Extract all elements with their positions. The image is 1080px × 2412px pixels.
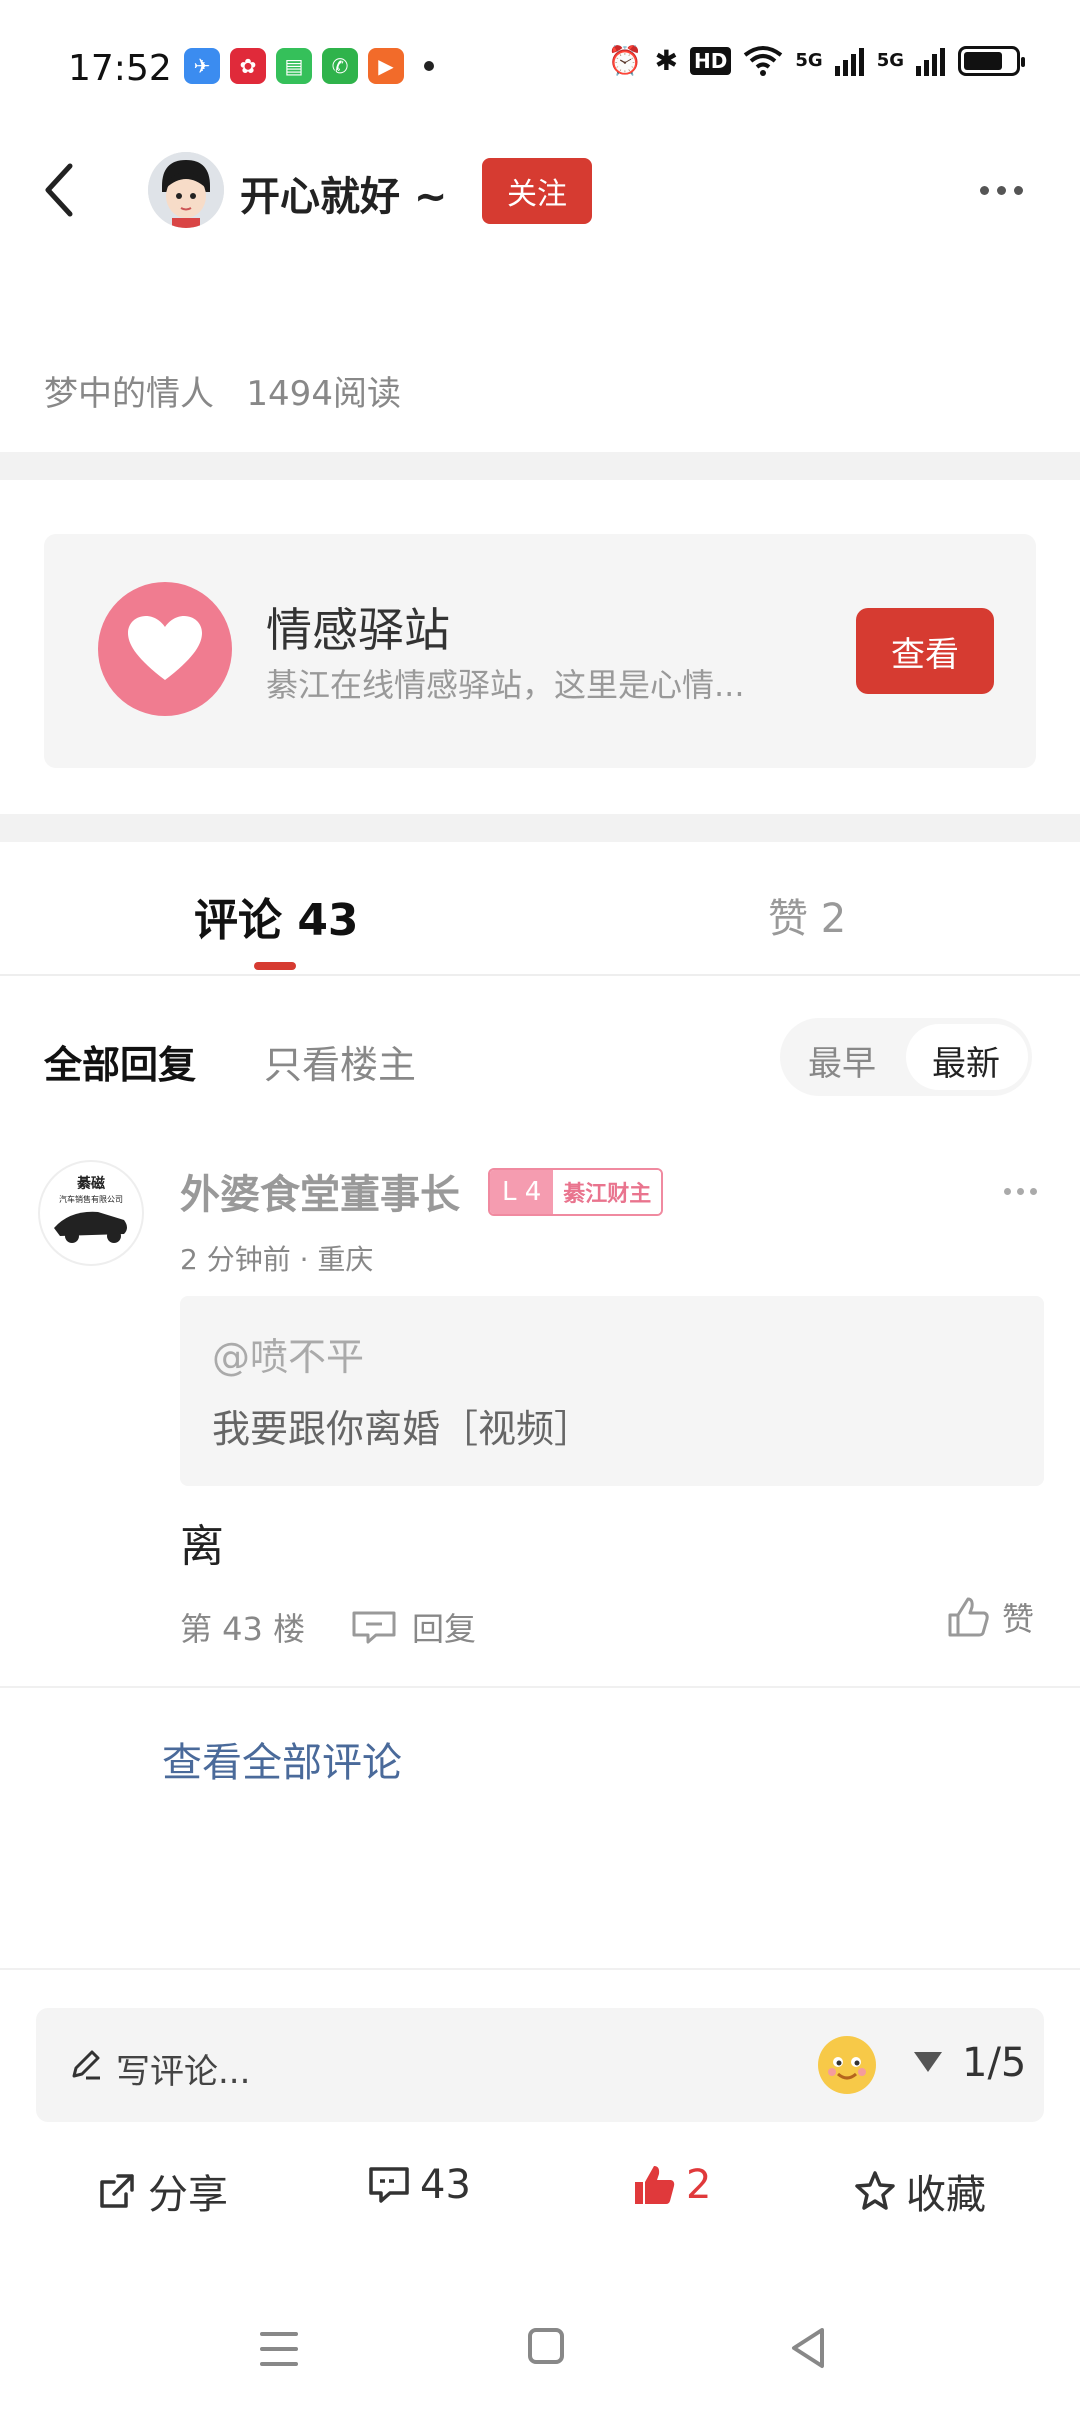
quoted-comment[interactable] bbox=[180, 1296, 1044, 1486]
follow-button[interactable]: 关注 bbox=[482, 158, 592, 224]
like-count: 2 bbox=[686, 2162, 712, 2208]
commenter-avatar[interactable]: 綦磁 汽车销售有限公司 bbox=[38, 1160, 144, 1266]
sort-newest[interactable]: 最新 bbox=[932, 1036, 1000, 1085]
user-level-badge: L 4 綦江财主 bbox=[488, 1168, 664, 1216]
signal-bars-icon bbox=[834, 47, 864, 76]
comment-input-placeholder: 写评论... bbox=[116, 2052, 251, 2092]
more-options-icon[interactable] bbox=[980, 180, 1032, 200]
favorite-button[interactable]: 收藏 bbox=[854, 2162, 986, 2220]
user-avatar-image bbox=[148, 152, 224, 228]
signal-bars-icon-2 bbox=[916, 47, 945, 76]
commenter-name[interactable]: 外婆食堂董事长 bbox=[180, 1162, 460, 1220]
thumbs-up-icon bbox=[948, 1597, 989, 1637]
nav-recent-apps-icon[interactable] bbox=[260, 2332, 298, 2366]
avatar-logo-subtext: 汽车销售有限公司 bbox=[59, 1194, 123, 1204]
bottom-separator bbox=[0, 1968, 1080, 1970]
user-name[interactable]: 开心就好 ~ bbox=[240, 164, 447, 222]
page-dropdown-icon[interactable] bbox=[914, 2052, 942, 2072]
comment-like-button[interactable]: 赞 bbox=[946, 1594, 1034, 1640]
topic-description: 綦江在线情感驿站，这里是心情... bbox=[266, 666, 745, 704]
avatar-logo-text: 綦磁 bbox=[76, 1175, 105, 1192]
comment-body: 离 bbox=[180, 1521, 224, 1572]
page-indicator[interactable]: 1/5 bbox=[962, 2040, 1026, 2086]
like-label: 赞 bbox=[1002, 1600, 1035, 1638]
comment-count-button[interactable]: 43 bbox=[368, 2162, 471, 2208]
section-divider bbox=[0, 452, 1080, 480]
tab-active-indicator bbox=[254, 962, 296, 970]
battery-fill bbox=[964, 51, 1002, 70]
favorite-label: 收藏 bbox=[906, 2172, 986, 2218]
tab-comments[interactable]: 评论 43 bbox=[194, 884, 359, 948]
signal-5g-icon-2: 5G bbox=[876, 50, 904, 71]
topic-title: 情感驿站 bbox=[266, 603, 450, 657]
tab-divider bbox=[0, 974, 1080, 976]
quoted-text: 我要跟你离婚［视频］ bbox=[212, 1407, 593, 1451]
level-label: L 4 bbox=[490, 1170, 554, 1214]
phone-icon: ✆ bbox=[322, 48, 358, 84]
quoted-user: @喷不平 bbox=[212, 1335, 365, 1379]
battery-icon bbox=[958, 45, 1025, 76]
notification-dot-icon bbox=[424, 61, 434, 71]
emoji-icon[interactable] bbox=[818, 2036, 876, 2094]
hd-icon: HD bbox=[690, 46, 732, 75]
commenter-avatar-image: 綦磁 汽车销售有限公司 bbox=[41, 1163, 141, 1263]
wifi-icon bbox=[744, 45, 783, 76]
browser-icon: ✈ bbox=[184, 48, 220, 84]
reply-icon bbox=[352, 1611, 396, 1644]
post-meta: 梦中的情人 1494阅读 bbox=[44, 374, 401, 414]
view-all-comments-link[interactable]: 查看全部评论 bbox=[162, 1730, 402, 1788]
like-button[interactable]: 2 bbox=[632, 2162, 711, 2208]
pen-icon bbox=[72, 2050, 100, 2080]
tab-likes[interactable]: 赞 2 bbox=[768, 886, 846, 944]
share-label: 分享 bbox=[148, 2172, 228, 2218]
view-topic-button[interactable]: 查看 bbox=[856, 608, 994, 694]
comment-separator bbox=[0, 1686, 1080, 1688]
bluetooth-icon: ✱ bbox=[654, 44, 679, 77]
alarm-icon: ⏰ bbox=[607, 44, 643, 77]
section-divider-2 bbox=[0, 814, 1080, 842]
comment-icon bbox=[369, 2167, 409, 2203]
comment-floor: 第 43 楼 bbox=[180, 1610, 306, 1648]
back-arrow-icon[interactable] bbox=[36, 160, 86, 220]
star-icon bbox=[855, 2171, 895, 2210]
signal-5g-icon: 5G bbox=[795, 50, 823, 71]
nav-home-icon[interactable] bbox=[528, 2328, 564, 2364]
comment-count: 43 bbox=[420, 2162, 471, 2208]
comment-time-location: 2 分钟前 · 重庆 bbox=[180, 1243, 374, 1276]
red-app-icon: ✿ bbox=[230, 48, 266, 84]
status-time: 17:52 bbox=[68, 48, 172, 89]
status-app-icons: ✈ ✿ ▤ ✆ ▶ bbox=[184, 48, 434, 84]
topic-heart-icon bbox=[98, 582, 232, 716]
messages-icon: ▤ bbox=[276, 48, 312, 84]
nav-back-icon[interactable] bbox=[788, 2326, 828, 2370]
video-icon: ▶ bbox=[368, 48, 404, 84]
reply-button[interactable]: 回复 bbox=[350, 1604, 476, 1650]
title-label: 綦江财主 bbox=[553, 1170, 662, 1214]
share-button[interactable]: 分享 bbox=[96, 2162, 228, 2220]
reply-label: 回复 bbox=[412, 1610, 477, 1648]
comment-more-icon[interactable] bbox=[1004, 1188, 1037, 1195]
user-avatar[interactable] bbox=[148, 152, 224, 228]
sort-earliest[interactable]: 最早 bbox=[808, 1036, 876, 1085]
filter-owner-only[interactable]: 只看楼主 bbox=[264, 1034, 416, 1089]
filter-all-replies[interactable]: 全部回复 bbox=[44, 1034, 196, 1089]
share-icon bbox=[100, 2174, 134, 2208]
thumbs-up-filled-icon bbox=[635, 2166, 675, 2204]
status-right-icons: ⏰ ✱ HD 5G 5G bbox=[607, 44, 1025, 77]
